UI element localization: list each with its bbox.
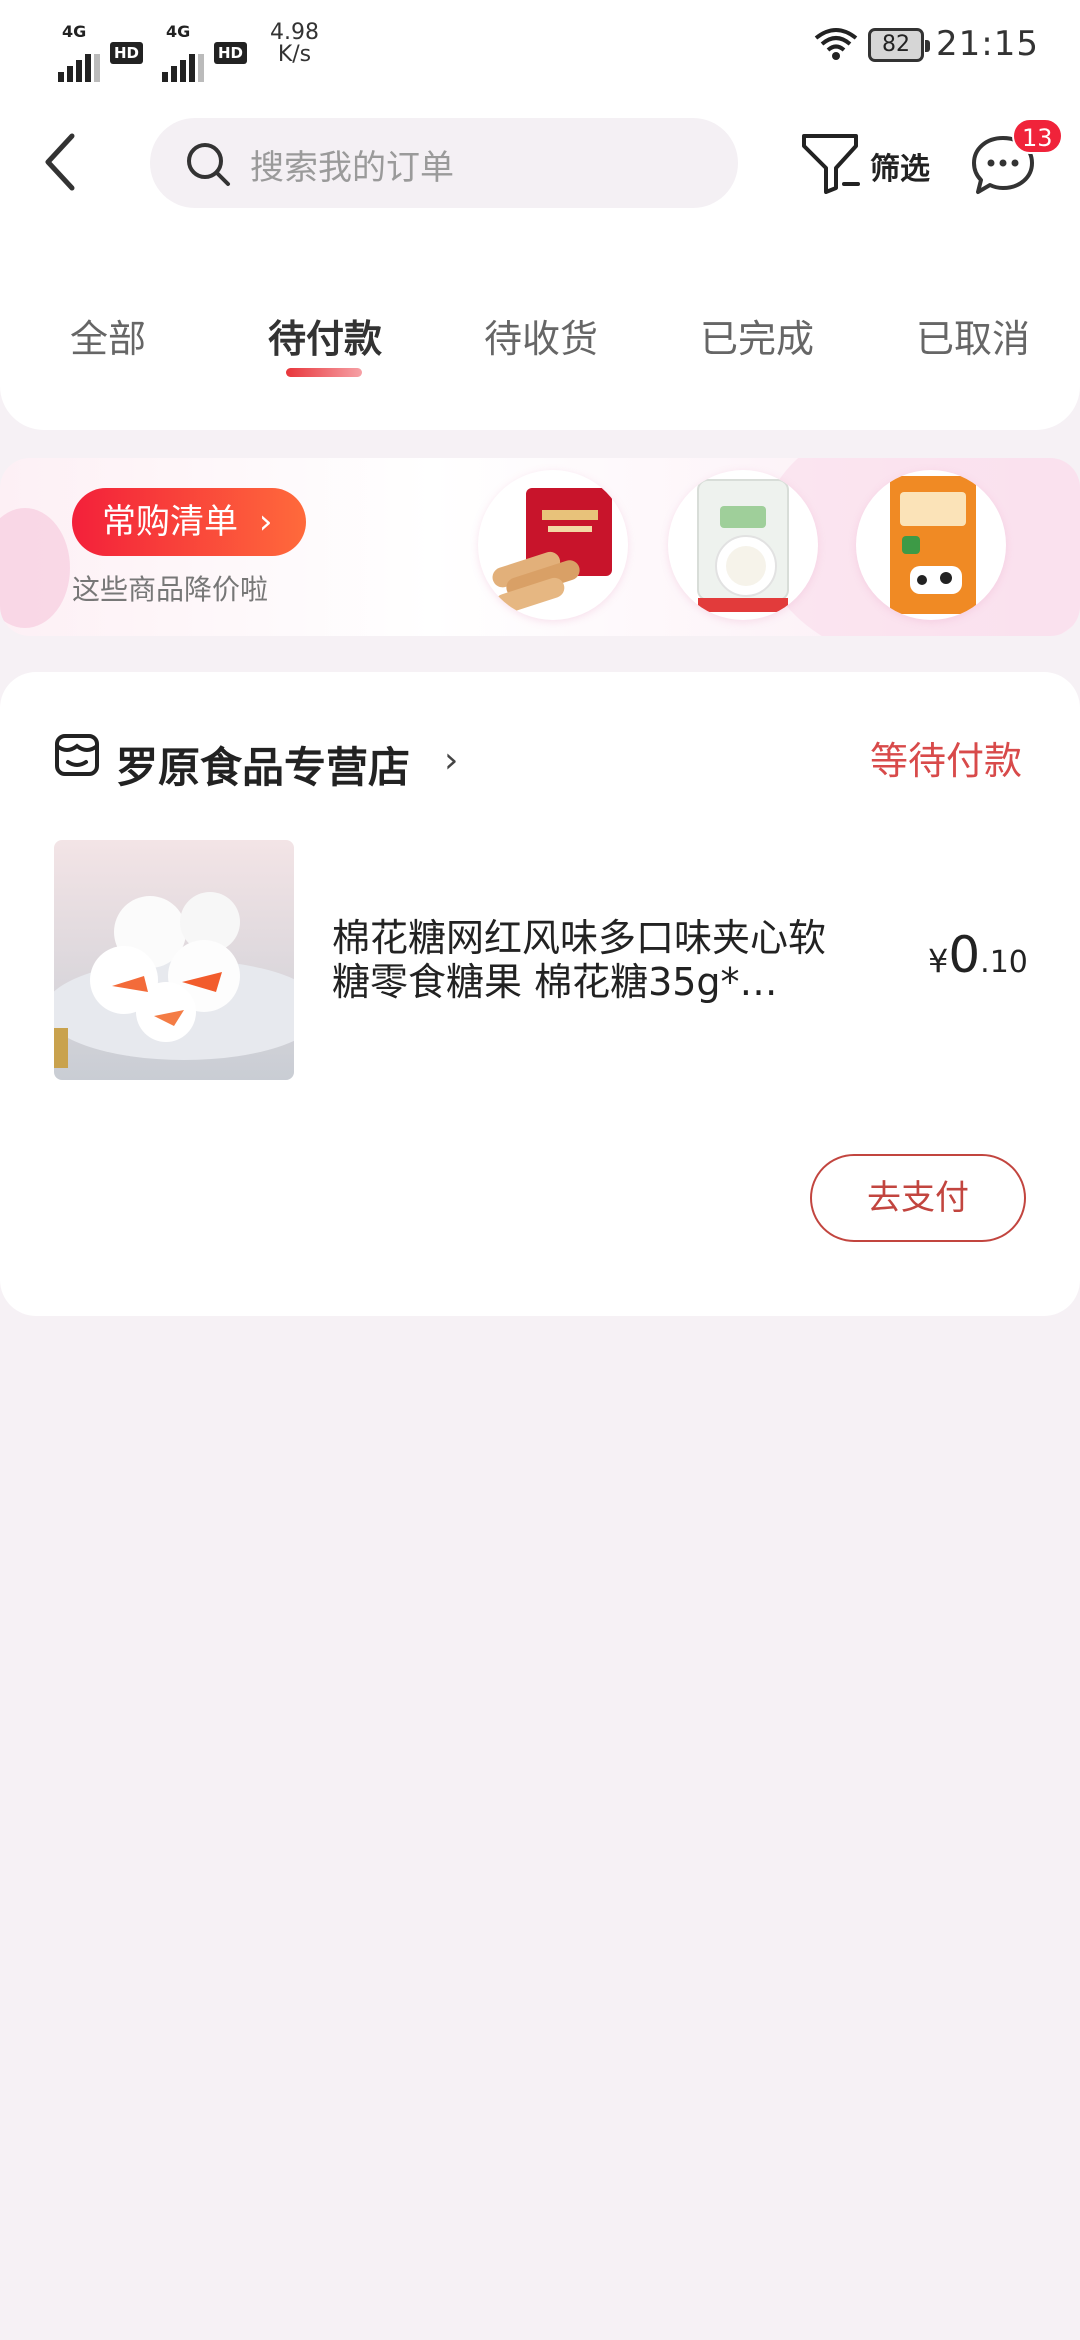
frequent-purchase-banner[interactable]: 常购清单 › 这些商品降价啦 [0, 458, 1080, 636]
network-type-2: 4G [166, 22, 191, 41]
banner-subtitle: 这些商品降价啦 [72, 573, 269, 606]
message-count-badge: 13 [1012, 118, 1063, 154]
frequent-purchase-label: 常购清单 [102, 502, 238, 542]
promo-product-image-1[interactable] [478, 470, 628, 620]
tab-completed[interactable]: 已完成 [700, 308, 814, 363]
price-decimal: .10 [980, 945, 1028, 980]
product-image[interactable] [54, 840, 294, 1080]
shop-name[interactable]: 罗原食品专营店 [116, 734, 410, 795]
status-bar: 4G HD 4G HD 4.98 K/s 82 21:15 [0, 0, 1080, 90]
milk-powder-bag-image [890, 476, 976, 614]
snack-gift-box-image [492, 488, 612, 614]
filter-label: 筛选 [870, 152, 930, 187]
product-title[interactable]: 棉花糖网红风味多口味夹心软糖零食糖果 棉花糖35g*… [332, 916, 862, 1004]
shop-icon [55, 734, 99, 776]
hd-badge-1: HD [110, 42, 144, 64]
filter-icon [802, 134, 860, 194]
frequent-purchase-button[interactable]: 常购清单 › [72, 488, 306, 556]
pay-button[interactable]: 去支付 [810, 1154, 1026, 1242]
order-status: 等待付款 [870, 739, 1023, 783]
search-icon [187, 143, 230, 186]
search-input[interactable]: 搜索我的订单 [150, 118, 738, 208]
product-price: ¥0.10 [928, 926, 1028, 984]
order-tabs: 全部 待付款 待收货 已完成 已取消 [0, 300, 1080, 390]
tab-pending-receipt[interactable]: 待收货 [484, 308, 598, 363]
network-speed-unit: K/s [277, 42, 312, 67]
message-button[interactable]: 13 [970, 118, 1063, 198]
price-currency: ¥ [928, 942, 949, 980]
clock: 21:15 [936, 24, 1039, 64]
back-arrow-icon [45, 133, 75, 191]
chevron-right-icon: › [258, 502, 273, 542]
network-speed-value: 4.98 [270, 20, 319, 45]
search-placeholder: 搜索我的订单 [250, 148, 454, 188]
promo-product-image-3[interactable] [856, 470, 1006, 620]
order-card[interactable]: 罗原食品专营店 › 等待付款 棉花糖网红风味多口味夹心软糖零食糖果 棉花糖35g… [0, 672, 1080, 1316]
chevron-right-icon[interactable]: › [444, 740, 458, 781]
battery-indicator: 82 [868, 28, 930, 62]
banner-decoration [0, 508, 70, 628]
promo-product-image-2[interactable] [668, 470, 818, 620]
tab-pending-payment[interactable]: 待付款 [268, 308, 382, 363]
marshmallow-product-image [54, 840, 294, 1080]
network-speed: 4.98 K/s [270, 22, 319, 66]
active-tab-indicator [286, 368, 362, 377]
network-type-1: 4G [62, 22, 87, 41]
white-food-bag-image [697, 479, 789, 612]
price-integer: 0 [948, 926, 981, 984]
hd-badge-2: HD [214, 42, 248, 64]
top-header-area: 4G HD 4G HD 4.98 K/s 82 21:15 搜索我的订单 筛选 … [0, 0, 1080, 430]
tab-all[interactable]: 全部 [70, 308, 146, 363]
wifi-icon [814, 28, 858, 60]
filter-button[interactable]: 筛选 [798, 128, 938, 198]
back-button[interactable] [36, 128, 86, 198]
tab-cancelled[interactable]: 已取消 [916, 308, 1030, 363]
